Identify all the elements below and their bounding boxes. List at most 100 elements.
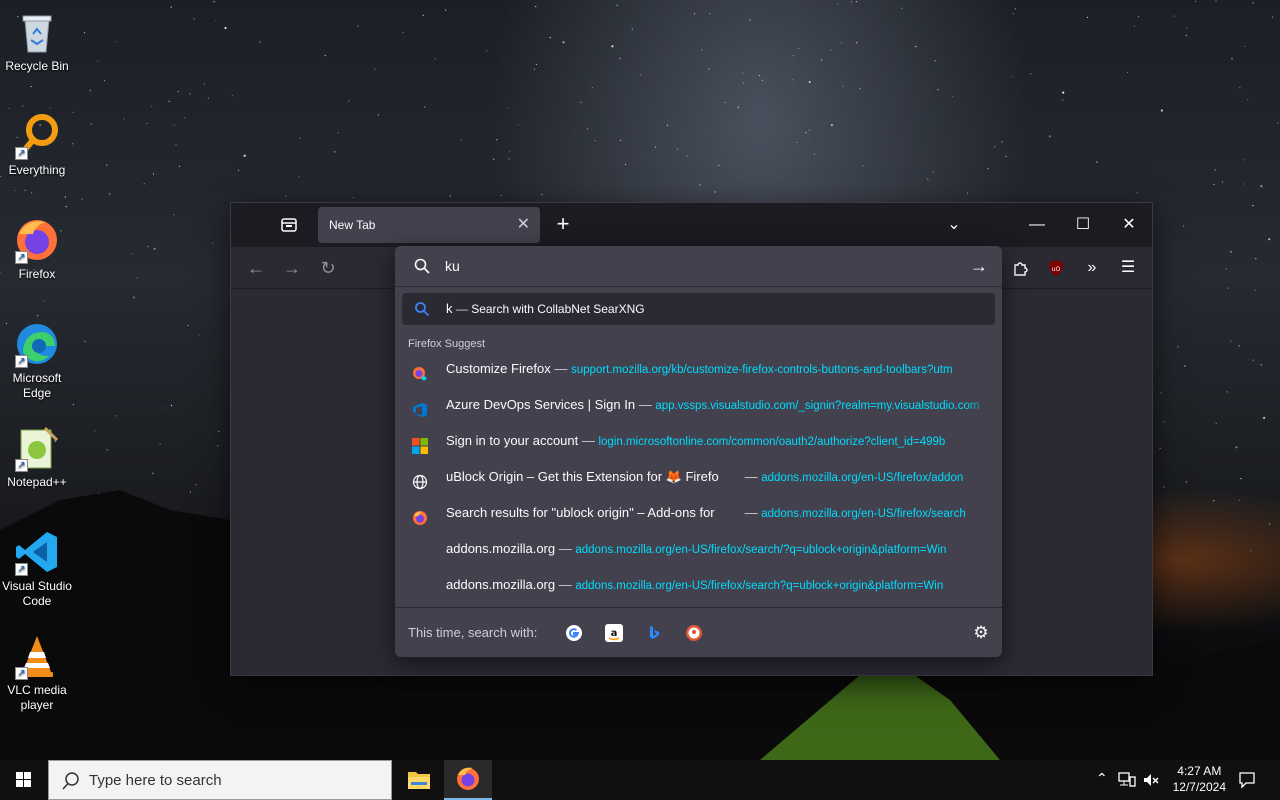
suggestion-title: addons.mozilla.org [446,541,556,556]
suggestion-row[interactable]: Customize Firefox — support.mozilla.org/… [402,352,995,386]
vlc-icon: ↗ [13,632,61,680]
suggestion-separator: — [578,433,599,448]
firefox-view-icon [281,218,297,232]
desktop-icon-firefox[interactable]: ↗ Firefox [0,216,74,282]
suggestion-row[interactable]: addons.mozilla.org — addons.mozilla.org/… [402,532,995,566]
urlbar-popup: → k — Search with CollabNet SearXNG Fire… [395,246,1002,657]
desktop-icon-vscode[interactable]: ↗ Visual Studio Code [0,528,74,609]
one-off-search-bar: This time, search with: a ⚙ [395,607,1002,657]
double-chevron-right-icon: » [1087,259,1097,276]
duckduckgo-icon[interactable] [685,624,703,642]
suggestion-separator: — [555,577,576,592]
chevron-up-icon[interactable]: ⌃ [1096,770,1108,787]
forward-button[interactable]: → [281,257,303,279]
desktop-icon-label: Notepad++ [7,475,67,489]
taskbar-clock[interactable]: 4:27 AM 12/7/2024 [1173,763,1226,795]
firefox-view-button[interactable] [279,215,303,235]
shortcut-arrow-icon: ↗ [15,147,28,160]
tab-new-tab[interactable]: New Tab ✕ [318,207,540,243]
suggestion-row[interactable]: Search results for "ublock origin" – Add… [402,496,995,530]
amazon-icon[interactable]: a [605,624,623,642]
suggestion-url: login.microsoftonline.com/common/oauth2/… [598,436,946,448]
heuristic-action: Search with CollabNet SearXNG [471,302,645,316]
network-icon[interactable] [1118,772,1136,788]
suggestion-row[interactable]: addons.mozilla.org — addons.mozilla.org/… [402,568,995,602]
puzzle-icon [1014,262,1028,276]
close-window-button[interactable]: ✕ [1114,211,1144,239]
taskbar-search-box[interactable]: Type here to search [48,760,392,800]
desktop-icon-label: Recycle Bin [5,59,69,73]
bing-icon[interactable] [645,624,663,642]
suggestion-row[interactable]: uBlock Origin – Get this Extension for 🦊… [402,460,995,494]
suggestion-row[interactable]: Azure DevOps Services | Sign In — app.vs… [402,388,995,422]
close-icon: ✕ [1122,216,1136,233]
start-button[interactable] [0,760,48,800]
hamburger-menu-icon: ☰ [1120,259,1136,276]
svg-text:uO: uO [1052,266,1061,273]
ublock-icon: uO [1049,260,1063,276]
recycle-bin-icon [13,8,61,56]
heuristic-search-result[interactable]: k — Search with CollabNet SearXNG [402,293,995,325]
desktop-icon-label: Visual Studio Code [2,579,72,608]
suggestion-title: Sign in to your account [446,433,579,448]
desktop-icon-label: Microsoft Edge [12,371,62,400]
shortcut-arrow-icon: ↗ [15,459,28,472]
new-tab-button[interactable]: + [551,213,575,237]
maximize-button[interactable]: ☐ [1068,211,1098,239]
volume-muted-icon[interactable] [1142,772,1160,788]
urlbar-input[interactable] [445,254,945,278]
desktop-icon-label: Everything [8,163,66,177]
extensions-button[interactable] [1009,256,1033,280]
desktop-icon-label: VLC media player [7,683,67,712]
folder-icon [408,772,430,789]
desktop-icon-recycle-bin[interactable]: Recycle Bin [0,8,74,74]
app-menu-button[interactable]: ☰ [1116,256,1140,280]
overflow-fade [965,352,995,386]
tab-close-icon[interactable]: ✕ [517,207,530,243]
group-label-firefox-suggest: Firefox Suggest [408,338,486,350]
search-settings-button[interactable]: ⚙ [970,622,992,644]
maximize-icon: ☐ [1075,216,1091,233]
ublock-origin-button[interactable]: uO [1044,256,1068,280]
shortcut-arrow-icon: ↗ [15,355,28,368]
desktop-icon-notepadpp[interactable]: ↗ Notepad++ [0,424,74,490]
suggestion-text: Customize Firefox — support.mozilla.org/… [446,352,953,386]
suggestion-url: app.vssps.visualstudio.com/_signin?realm… [655,400,980,412]
overflow-fade [965,460,995,494]
firefox-icon [457,767,479,790]
taskbar: Type here to search ⌃ 4:27 AM 12/7/2024 [0,760,1280,800]
suggestion-separator: — [555,541,576,556]
desktop-icon-everything[interactable]: ↗ Everything [0,112,74,178]
minimize-button[interactable]: — [1022,211,1052,239]
suggestion-separator: — [741,505,762,520]
overflow-fade [965,568,995,602]
taskbar-file-explorer[interactable] [395,760,443,800]
desktop-icon-edge[interactable]: ↗ Microsoft Edge [0,320,74,401]
overflow-fade [965,532,995,566]
arrow-left-icon: ← [247,258,265,278]
reload-icon: ↻ [320,258,336,278]
reload-button[interactable]: ↻ [317,257,339,279]
back-button[interactable]: ← [245,257,267,279]
search-icon [62,772,79,790]
suggestion-row[interactable]: Sign in to your account — login.microsof… [402,424,995,458]
tab-bar: New Tab ✕ + ⌄ — ☐ ✕ [231,203,1152,247]
suggestion-title: Azure DevOps Services | Sign In [446,397,636,412]
google-icon[interactable] [565,624,583,642]
overflow-menu-button[interactable]: » [1080,256,1104,280]
go-button[interactable]: → [968,255,990,277]
tab-title: New Tab [329,218,376,232]
action-center-button[interactable] [1234,760,1264,800]
list-all-tabs-button[interactable]: ⌄ [939,211,969,239]
suggestion-text: Sign in to your account — login.microsof… [446,424,945,458]
firefox-star-icon [412,361,428,381]
taskbar-firefox[interactable] [444,760,492,800]
desktop-icon-vlc[interactable]: ↗ VLC media player [0,632,74,713]
notification-icon [1239,772,1255,789]
notepadpp-icon: ↗ [13,424,61,472]
suggestion-text: addons.mozilla.org — addons.mozilla.org/… [446,568,943,602]
search-icon [414,258,430,274]
edge-icon: ↗ [13,320,61,368]
plus-icon: + [556,211,570,236]
suggestion-text: addons.mozilla.org — addons.mozilla.org/… [446,532,946,566]
